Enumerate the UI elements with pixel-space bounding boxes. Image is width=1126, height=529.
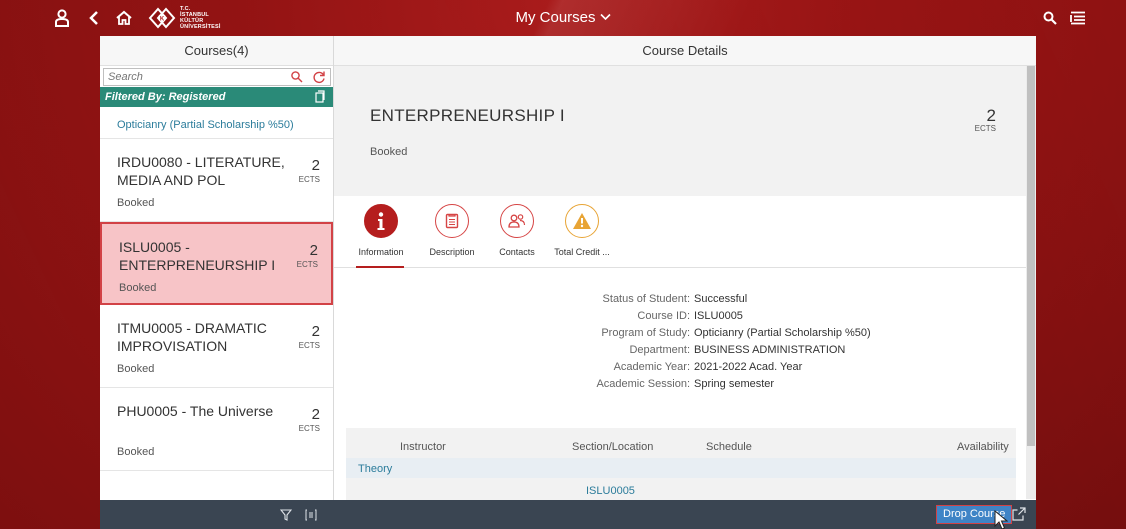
info-row: Status of Student: Successful	[334, 291, 1026, 308]
chevron-down-icon	[599, 10, 611, 24]
ects-label: ECTS	[298, 424, 320, 433]
search-input[interactable]	[104, 71, 264, 83]
column-header: Section/Location	[572, 441, 654, 453]
schedule-table: Instructor Section/Location Schedule Ava…	[346, 428, 1016, 500]
course-title: PHU0005 - The Universe	[117, 403, 274, 419]
filter-info-bar: Filtered By: Registered	[100, 87, 333, 107]
menu-icon[interactable]	[1068, 8, 1088, 28]
column-header: Availability	[957, 441, 1009, 453]
master-list-pane: Courses(4) Filtered By: Registered Optic…	[100, 36, 334, 529]
info-label: Academic Session:	[596, 378, 690, 390]
search-icon[interactable]	[290, 70, 304, 84]
shell-header: K T.C. İSTANBUL KÜLTÜR ÜNİVERSİTESİ My C…	[0, 0, 1126, 36]
info-value: Opticianry (Partial Scholarship %50)	[694, 327, 871, 339]
course-title: ISLU0005 - ENTERPRENEURSHIP I	[119, 239, 276, 273]
tab-label: Information	[358, 247, 404, 257]
tab-contacts[interactable]: Contacts	[494, 204, 540, 257]
group-icon[interactable]	[305, 508, 317, 526]
course-title: IRDU0080 - LITERATURE, MEDIA AND POL	[117, 154, 285, 188]
course-status: Booked	[117, 446, 155, 458]
detail-pane: Course Details ENTERPRENEURSHIP I Booked…	[334, 36, 1036, 529]
tab-description[interactable]: Description	[422, 204, 482, 257]
table-group-row: Theory	[346, 458, 1016, 478]
info-value: 2021-2022 Acad. Year	[694, 361, 803, 373]
tab-label: Total Credit ...	[554, 247, 610, 257]
ects-label: ECTS	[298, 341, 320, 350]
info-label: Department:	[629, 344, 690, 356]
info-row: Academic Year: 2021-2022 Acad. Year	[334, 359, 1026, 376]
column-header: Schedule	[706, 441, 752, 453]
column-header: Instructor	[400, 441, 446, 453]
filter-icon[interactable]	[279, 508, 293, 526]
detail-footer-toolbar: Drop Course	[334, 500, 1036, 529]
course-status: Booked	[370, 146, 408, 158]
contacts-icon	[500, 204, 534, 238]
course-status: Booked	[117, 197, 155, 209]
share-icon[interactable]	[1012, 507, 1026, 521]
ects-value: 2	[311, 406, 320, 423]
warning-icon	[565, 204, 599, 238]
scrollbar[interactable]	[1026, 66, 1036, 499]
active-tab-indicator	[356, 266, 404, 268]
split-app: Courses(4) Filtered By: Registered Optic…	[100, 36, 1036, 529]
copy-icon[interactable]	[315, 90, 325, 110]
object-header: ENTERPRENEURSHIP I Booked 2 ECTS	[334, 66, 1026, 196]
info-value: Spring semester	[694, 378, 775, 390]
course-title: ITMU0005 - DRAMATIC IMPROVISATION	[117, 320, 267, 354]
info-row: Academic Session: Spring semester	[334, 376, 1026, 393]
tab-information[interactable]: Information	[356, 204, 406, 257]
ects-value: 2	[311, 157, 320, 174]
info-value: ISLU0005	[694, 310, 743, 322]
tab-label: Contacts	[499, 247, 535, 257]
info-label: Status of Student:	[602, 293, 690, 305]
info-value: Successful	[694, 293, 748, 305]
search-field[interactable]	[103, 68, 331, 86]
course-list-item-selected[interactable]: ISLU0005 - ENTERPRENEURSHIP I 2 ECTS Boo…	[100, 222, 333, 305]
search-icon[interactable]	[1040, 8, 1060, 28]
refresh-icon[interactable]	[312, 70, 326, 84]
course-status: Booked	[119, 282, 157, 294]
info-icon	[364, 204, 398, 238]
ects-label: ECTS	[298, 175, 320, 184]
tab-total-credit[interactable]: Total Credit ...	[552, 204, 612, 257]
info-label: Program of Study:	[601, 327, 690, 339]
icon-tab-bar: Information Description Contacts Total C…	[334, 196, 1026, 268]
mouse-cursor-icon	[994, 509, 1009, 529]
ects-label: ECTS	[296, 260, 318, 269]
course-status: Booked	[117, 363, 155, 375]
course-list-item[interactable]: ITMU0005 - DRAMATIC IMPROVISATION 2 ECTS…	[100, 305, 333, 388]
info-value: BUSINESS ADMINISTRATION	[694, 344, 846, 356]
info-row: Department: BUSINESS ADMINISTRATION	[334, 342, 1026, 359]
info-row: Program of Study: Opticianry (Partial Sc…	[334, 325, 1026, 342]
tab-label: Description	[429, 247, 475, 257]
course-list-item[interactable]: IRDU0080 - LITERATURE, MEDIA AND POL 2 E…	[100, 139, 333, 222]
info-label: Academic Year:	[613, 361, 690, 373]
scrollbar-thumb[interactable]	[1027, 66, 1035, 446]
info-row: Course ID: ISLU0005	[334, 308, 1026, 325]
app-title-menu[interactable]: My Courses	[0, 9, 1126, 26]
course-name: ENTERPRENEURSHIP I	[370, 106, 565, 125]
list-group-header: Opticianry (Partial Scholarship %50)	[100, 107, 333, 139]
ects-value: 2	[309, 242, 318, 259]
ects-label: ECTS	[974, 124, 996, 133]
detail-title: Course Details	[334, 36, 1036, 66]
filter-text: Filtered By: Registered	[105, 91, 226, 103]
master-title: Courses(4)	[100, 36, 333, 66]
course-info-form: Status of Student: Successful Course ID:…	[334, 291, 1026, 393]
course-list-item[interactable]: PHU0005 - The Universe 2 ECTS Booked	[100, 388, 333, 471]
app-title: My Courses	[515, 9, 596, 26]
document-icon	[435, 204, 469, 238]
ects-value: 2	[311, 323, 320, 340]
master-footer-toolbar	[100, 500, 334, 529]
section-link[interactable]: ISLU0005	[586, 485, 635, 497]
info-label: Course ID:	[637, 310, 690, 322]
ects-value: 2	[986, 106, 996, 125]
